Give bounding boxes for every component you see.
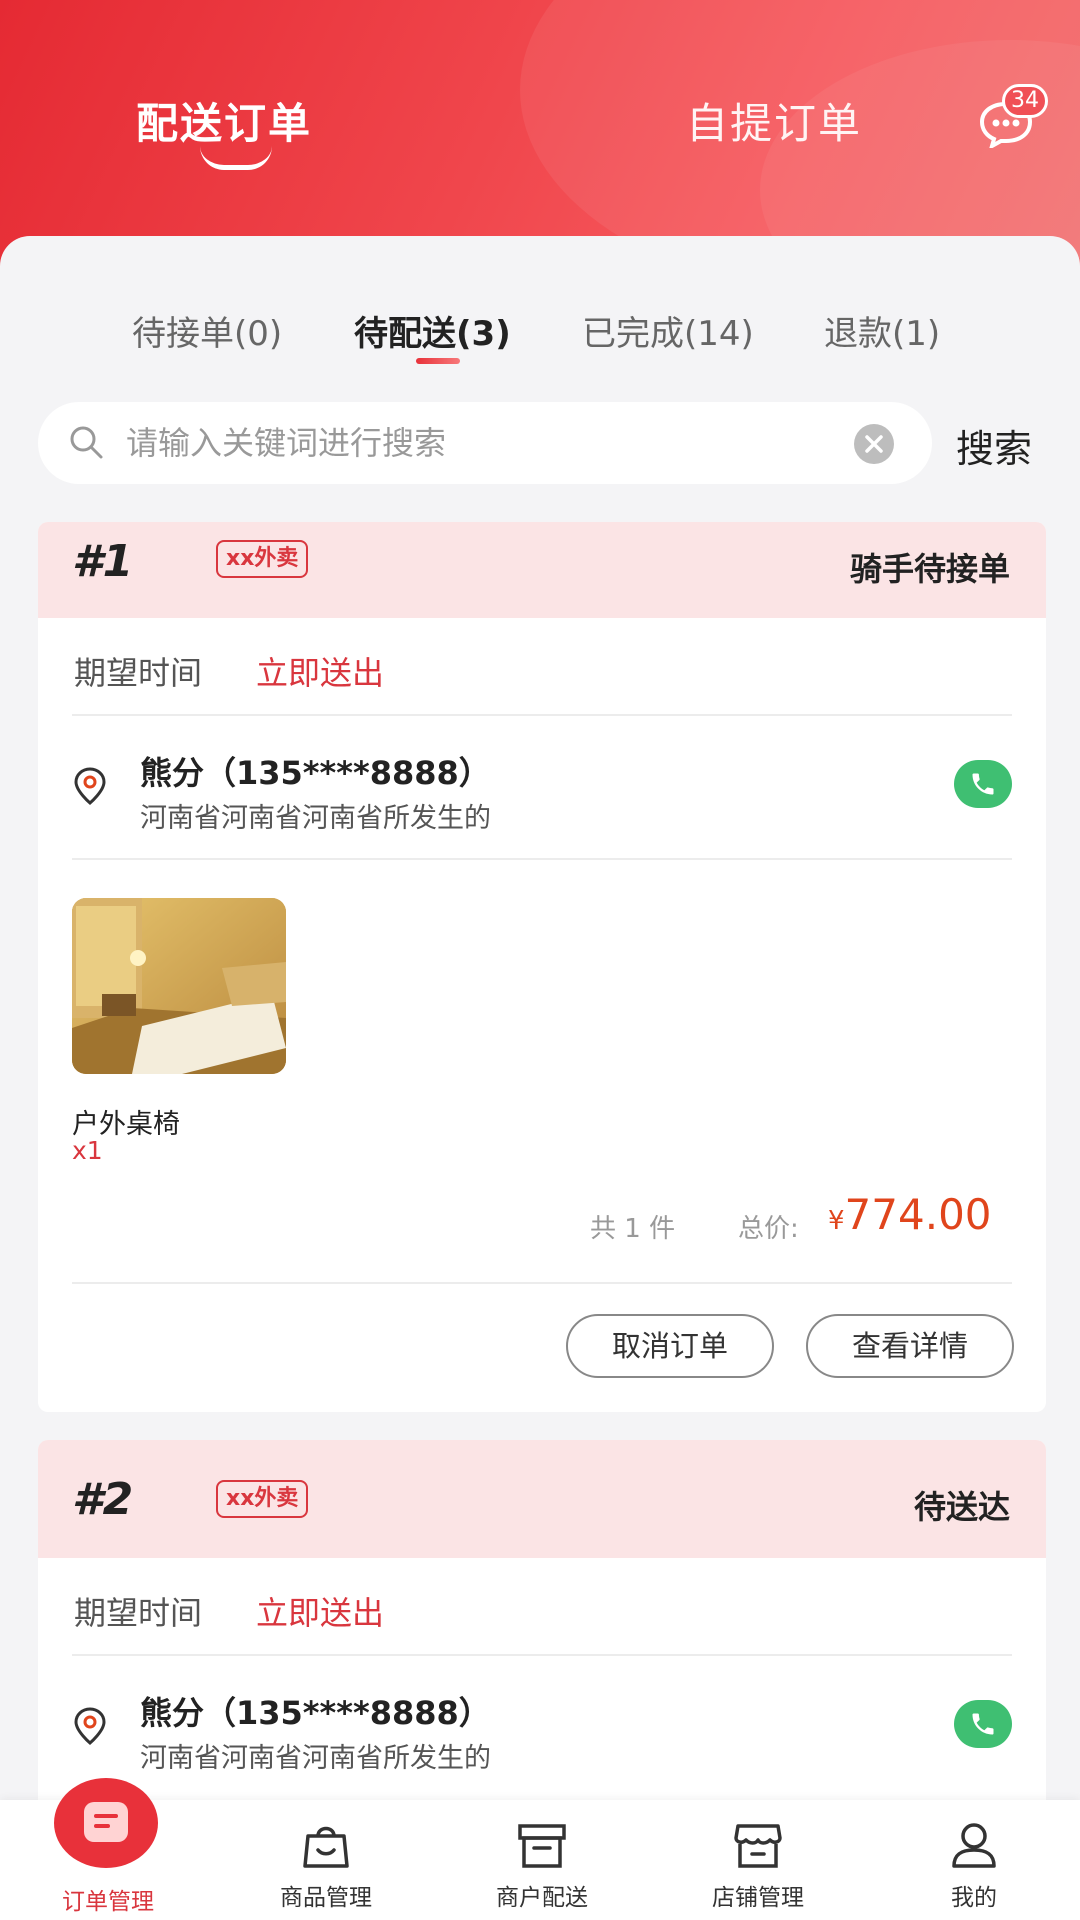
- total-price-label: 总价:: [738, 1214, 799, 1244]
- order-number: #1: [72, 536, 134, 587]
- product-image[interactable]: [72, 898, 286, 1074]
- tab-merchant-delivery[interactable]: 商户配送: [452, 1800, 632, 1920]
- tab-label: 商户配送: [496, 1885, 588, 1911]
- expected-time-value: 立即送出: [256, 654, 385, 692]
- tab-label: 我的: [951, 1885, 997, 1911]
- tab-refund[interactable]: 退款(1): [824, 306, 940, 355]
- tab-mine[interactable]: 我的: [884, 1800, 1064, 1920]
- tab-store-management[interactable]: 店铺管理: [668, 1800, 848, 1920]
- platform-tag: xx外卖: [216, 540, 309, 578]
- divider: [72, 714, 1012, 716]
- phone-icon: [972, 1713, 994, 1735]
- customer-name-phone: 熊分（135****8888）: [140, 754, 491, 792]
- total-price: ¥774.00: [828, 1190, 992, 1239]
- tab-delivery-orders[interactable]: 配送订单: [136, 90, 312, 151]
- divider: [72, 1654, 1012, 1656]
- platform-tag: xx外卖: [216, 1480, 309, 1518]
- tab-label: 店铺管理: [712, 1885, 804, 1911]
- store-icon: [734, 1824, 782, 1868]
- active-status-indicator: [416, 358, 460, 364]
- tab-order-management[interactable]: 订单管理: [18, 1778, 198, 1920]
- tab-product-management[interactable]: 商品管理: [236, 1800, 416, 1920]
- clear-icon[interactable]: [854, 424, 894, 464]
- cancel-order-button[interactable]: 取消订单: [566, 1314, 774, 1378]
- tab-completed[interactable]: 已完成(14): [582, 306, 754, 355]
- search-bar: [38, 402, 932, 484]
- order-card: #1 xx外卖 骑手待接单 期望时间 立即送出 熊分（135****8888） …: [38, 522, 1046, 1412]
- phone-icon: [972, 773, 994, 795]
- currency-symbol: ¥: [828, 1206, 845, 1236]
- expected-time-label: 期望时间: [74, 1594, 203, 1632]
- order-card: #2 xx外卖 待送达 期望时间 立即送出 熊分（135****8888） 河南…: [38, 1440, 1046, 1840]
- location-pin-icon: [74, 767, 106, 805]
- search-button[interactable]: 搜索: [956, 418, 1032, 473]
- order-card-header: #2 xx外卖 待送达: [38, 1440, 1046, 1558]
- order-icon: [54, 1778, 158, 1868]
- message-icon[interactable]: [978, 100, 1034, 148]
- view-details-button[interactable]: 查看详情: [806, 1314, 1014, 1378]
- customer-address: 河南省河南省河南省所发生的: [140, 1743, 491, 1774]
- order-number: #2: [72, 1474, 134, 1525]
- call-button[interactable]: [954, 1700, 1012, 1748]
- expected-time-value: 立即送出: [256, 1594, 385, 1632]
- item-count: 共 1 件: [590, 1214, 676, 1244]
- message-count-badge: 34: [1002, 84, 1048, 118]
- active-tab-indicator: [200, 146, 272, 170]
- bottom-tab-bar: 订单管理 商品管理 商户配送 店铺管理 我的: [0, 1778, 1080, 1920]
- customer-name-phone: 熊分（135****8888）: [140, 1694, 491, 1732]
- order-card-header: #1 xx外卖 骑手待接单: [38, 522, 1046, 618]
- search-input[interactable]: [126, 416, 866, 470]
- bag-icon: [303, 1826, 349, 1868]
- divider: [72, 858, 1012, 860]
- order-status: 骑手待接单: [849, 550, 1010, 588]
- customer-address: 河南省河南省河南省所发生的: [140, 803, 491, 834]
- tab-label: 商品管理: [280, 1885, 372, 1911]
- divider: [72, 1282, 1012, 1284]
- tab-label: 订单管理: [62, 1889, 154, 1915]
- total-price-value: 774.00: [844, 1190, 992, 1239]
- product-quantity: x1: [72, 1136, 103, 1165]
- user-icon: [952, 1823, 996, 1868]
- tab-pending-accept[interactable]: 待接单(0): [132, 306, 282, 355]
- search-icon: [70, 426, 103, 459]
- tab-pending-delivery[interactable]: 待配送(3): [354, 306, 511, 355]
- order-status: 待送达: [913, 1488, 1010, 1526]
- call-button[interactable]: [954, 760, 1012, 808]
- expected-time-label: 期望时间: [74, 654, 203, 692]
- box-icon: [518, 1824, 566, 1868]
- tab-pickup-orders[interactable]: 自提订单: [686, 90, 862, 151]
- location-pin-icon: [74, 1707, 106, 1745]
- status-tabs: 待接单(0) 待配送(3) 已完成(14) 退款(1): [0, 306, 1080, 366]
